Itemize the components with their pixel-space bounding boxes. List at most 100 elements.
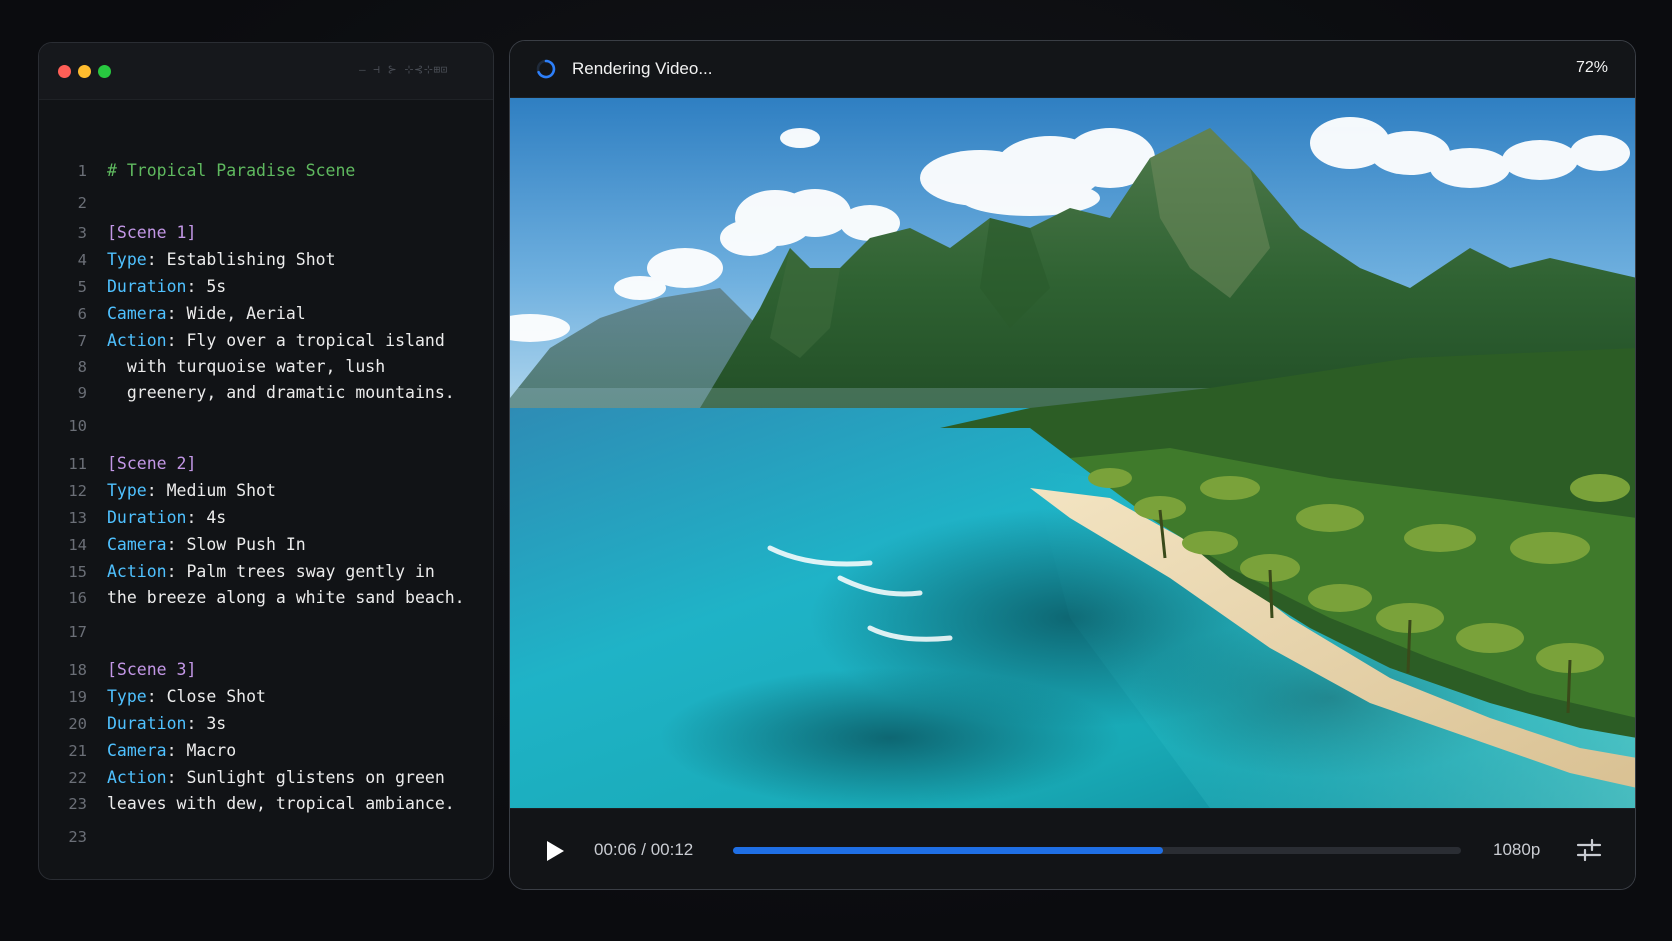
code-line[interactable]: 14 Camera: Slow Push In [39, 533, 306, 557]
sliders-icon[interactable] [1575, 837, 1603, 863]
code-token-comment: # Tropical Paradise Scene [107, 161, 356, 180]
code-token-section: [Scene 3] [107, 660, 197, 679]
code-line[interactable]: 3 [Scene 1] [39, 221, 197, 245]
code-token-val: Close Shot [166, 687, 266, 706]
code-line[interactable]: 13 Duration: 4s [39, 506, 226, 530]
code-token-key: Duration [107, 508, 187, 527]
code-token-val: Fly over a tropical island [186, 331, 445, 350]
code-token-key: Action [107, 768, 167, 787]
code-token-punct: : [186, 714, 207, 733]
code-token-punct: : [166, 562, 187, 581]
code-token-val: Palm trees sway gently in [186, 562, 435, 581]
code-token-val: Medium Shot [166, 481, 276, 500]
code-line[interactable]: 6 Camera: Wide, Aerial [39, 302, 306, 326]
code-token-val: with turquoise water, lush [107, 357, 386, 376]
line-number: 1 [77, 162, 87, 180]
line-number: 17 [68, 623, 87, 641]
playback-progress-fill [733, 847, 1163, 854]
code-line[interactable]: 20 Duration: 3s [39, 712, 226, 736]
code-token-key: Type [107, 250, 147, 269]
play-icon[interactable] [544, 839, 566, 863]
playback-time: 00:06 / 00:12 [594, 840, 694, 859]
code-token-val: Slow Push In [186, 535, 306, 554]
code-token-key: Camera [107, 535, 167, 554]
code-token-punct: : [186, 277, 207, 296]
code-token-punct: : [166, 331, 187, 350]
render-status-label: Rendering Video... [572, 59, 713, 78]
line-number: 12 [68, 482, 87, 500]
code-token-key: Type [107, 687, 147, 706]
code-line[interactable]: 19 Type: Close Shot [39, 685, 266, 709]
playback-progress-bar[interactable] [733, 847, 1461, 854]
line-number: 4 [77, 251, 87, 269]
code-line[interactable]: 4 Type: Establishing Shot [39, 248, 336, 272]
code-token-key: Action [107, 331, 167, 350]
line-number: 14 [68, 536, 87, 554]
code-token-val: Sunlight glistens on green [186, 768, 445, 787]
line-number: 23 [68, 828, 87, 846]
editor-title-caption: — ⊣ ⊱ ⊹⊰⊹⊞⊡ [359, 63, 448, 76]
code-token-val: Establishing Shot [166, 250, 336, 269]
app-stage: — ⊣ ⊱ ⊹⊰⊹⊞⊡ 1 # Tropical Paradise Scene 2 3… [0, 0, 1672, 941]
line-number: 19 [68, 688, 87, 706]
maximize-window-button[interactable] [98, 65, 111, 78]
line-number: 13 [68, 509, 87, 527]
video-preview[interactable] [510, 98, 1635, 808]
close-window-button[interactable] [58, 65, 71, 78]
minimize-window-button[interactable] [78, 65, 91, 78]
code-line[interactable]: 7 Action: Fly over a tropical island [39, 329, 445, 353]
code-token-key: Duration [107, 277, 187, 296]
line-number: 10 [68, 417, 87, 435]
line-number: 23 [68, 795, 87, 813]
code-token-section: [Scene 1] [107, 223, 197, 242]
tropical-island-frame [510, 98, 1635, 808]
line-number: 7 [77, 332, 87, 350]
code-line[interactable]: 18 [Scene 3] [39, 658, 196, 682]
code-line[interactable]: 23 leaves with dew, tropical ambiance. [39, 792, 455, 816]
line-number: 11 [68, 455, 87, 473]
render-status-bar: Rendering Video... 72% [510, 41, 1635, 98]
code-line[interactable]: 10 [39, 414, 107, 438]
line-number: 20 [68, 715, 87, 733]
code-token-val: leaves with dew, tropical ambiance. [107, 794, 455, 813]
code-line[interactable]: 2 [39, 191, 107, 215]
code-token-val: Wide, Aerial [186, 304, 306, 323]
code-line[interactable]: 1 # Tropical Paradise Scene [39, 159, 356, 183]
code-line[interactable]: 5 Duration: 5s [39, 275, 227, 299]
line-number: 22 [68, 769, 87, 787]
code-line[interactable]: 12 Type: Medium Shot [39, 479, 276, 503]
code-token-key: Type [107, 481, 147, 500]
code-line[interactable]: 17 [39, 620, 107, 644]
code-token-key: Camera [107, 304, 167, 323]
code-line[interactable]: 8 with turquoise water, lush [39, 355, 386, 379]
code-token-punct: : [146, 687, 167, 706]
code-token-val: 4s [206, 508, 227, 527]
code-line[interactable]: 15 Action: Palm trees sway gently in [39, 560, 435, 584]
script-editor-window: — ⊣ ⊱ ⊹⊰⊹⊞⊡ 1 # Tropical Paradise Scene 2 3… [38, 42, 494, 880]
line-number: 9 [77, 384, 87, 402]
line-number: 16 [68, 589, 87, 607]
code-line[interactable]: 11 [Scene 2] [39, 452, 196, 476]
code-token-key: Duration [107, 714, 187, 733]
code-line[interactable]: 21 Camera: Macro [39, 739, 236, 763]
code-token-val: the breeze along a white sand beach. [107, 588, 465, 607]
line-number: 21 [68, 742, 87, 760]
code-token-key: Camera [107, 741, 167, 760]
code-token-punct: : [146, 250, 167, 269]
code-token-punct: : [146, 481, 167, 500]
quality-selector[interactable]: 1080p [1493, 840, 1540, 860]
line-number: 2 [77, 194, 87, 212]
playback-controls: 00:06 / 00:12 1080p [510, 808, 1635, 889]
code-line[interactable]: 23 [39, 825, 107, 849]
video-render-panel: Rendering Video... 72% 00:06 / 00:12 108… [509, 40, 1636, 890]
render-percent: 72% [1575, 59, 1608, 76]
code-token-val: 3s [206, 714, 227, 733]
code-token-val: Macro [186, 741, 237, 760]
editor-titlebar: — ⊣ ⊱ ⊹⊰⊹⊞⊡ [39, 43, 493, 100]
code-line[interactable]: 16 the breeze along a white sand beach. [39, 586, 465, 610]
code-line[interactable]: 9 greenery, and dramatic mountains. [39, 381, 455, 405]
code-token-punct: : [166, 768, 187, 787]
code-token-punct: : [166, 741, 187, 760]
code-token-punct: : [166, 535, 187, 554]
code-line[interactable]: 22 Action: Sunlight glistens on green [39, 766, 445, 790]
